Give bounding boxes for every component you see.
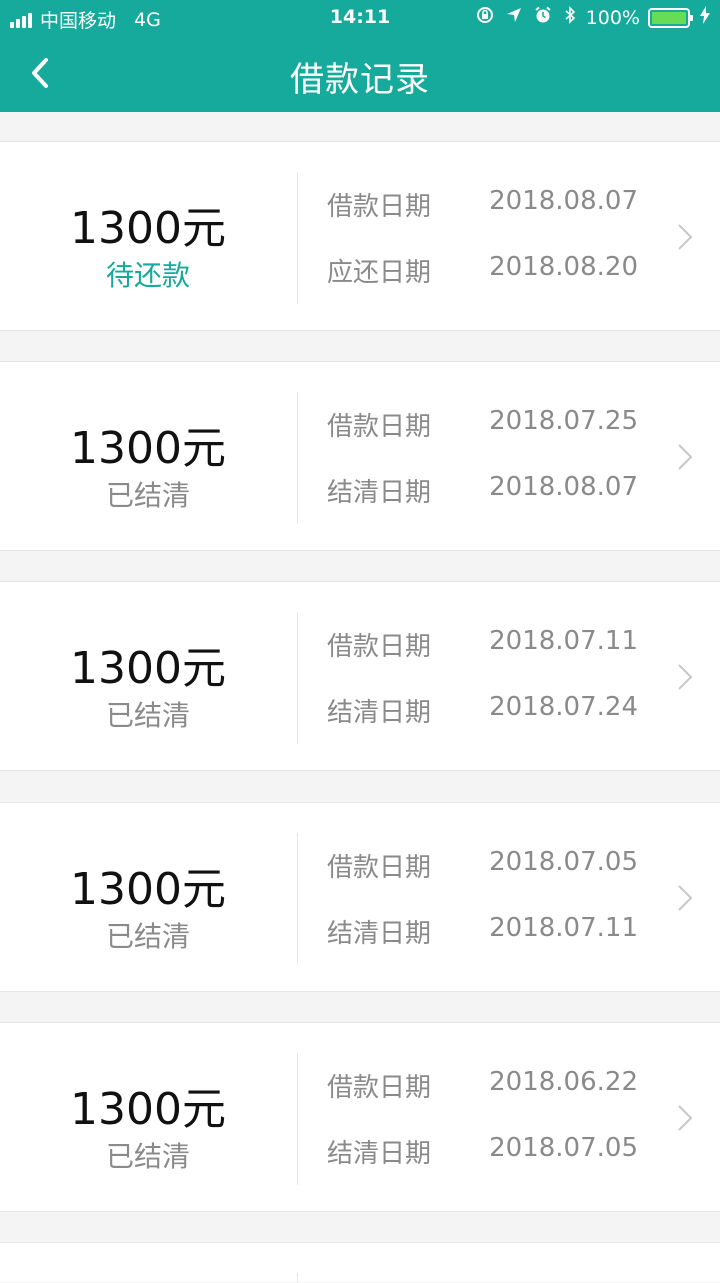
- alarm-icon: [534, 6, 552, 29]
- loan-amount: 1300元: [70, 203, 226, 254]
- nav-bar: 借款记录: [0, 36, 720, 112]
- loan-amount: 1300元: [70, 1084, 226, 1135]
- settle-date-label: 结清日期: [327, 698, 432, 728]
- loan-record-card[interactable]: 1300元 已结清 借款日期 2018.07.25 结清日期 2018.08.0…: [0, 361, 720, 551]
- orientation-lock-icon: [476, 6, 494, 29]
- status-bar: 中国移动 4G 14:11 100%: [0, 0, 720, 36]
- bluetooth-icon: [564, 6, 576, 29]
- card-divider: [297, 833, 298, 965]
- battery-icon: [648, 7, 693, 28]
- loan-date-label: 借款日期: [327, 1073, 432, 1103]
- loan-status: 待还款: [105, 259, 190, 292]
- loan-record-card[interactable]: 1300元 已结清 借款日期 2018.07.05 结清日期 2018.07.1…: [0, 802, 720, 992]
- loan-amount: 1300元: [70, 423, 226, 474]
- loan-amount: 1300元: [70, 643, 226, 694]
- loan-date-value: 2018.08.07: [489, 186, 638, 216]
- settle-date-label: 结清日期: [327, 919, 432, 949]
- chevron-right-icon: [678, 444, 693, 470]
- loan-status: 已结清: [105, 920, 190, 953]
- card-divider: [297, 392, 298, 524]
- card-divider: [297, 1273, 298, 1283]
- loan-record-card-partial[interactable]: [0, 1242, 720, 1283]
- loan-date-label: 借款日期: [327, 632, 432, 662]
- loan-status: 已结清: [105, 479, 190, 512]
- due-date-label: 应还日期: [327, 258, 432, 288]
- settle-date-value: 2018.07.24: [489, 692, 638, 722]
- app-header: 中国移动 4G 14:11 100% 借款记录: [0, 0, 720, 112]
- card-divider: [297, 1053, 298, 1185]
- settle-date-label: 结清日期: [327, 478, 432, 508]
- chevron-right-icon: [678, 1105, 693, 1131]
- card-divider: [297, 172, 298, 304]
- loan-date-label: 借款日期: [327, 412, 432, 442]
- loan-amount: 1300元: [70, 864, 226, 915]
- settle-date-value: 2018.08.07: [489, 472, 638, 502]
- page-title: 借款记录: [290, 60, 430, 100]
- loan-date-label: 借款日期: [327, 853, 432, 883]
- loan-record-card[interactable]: 1300元 已结清 借款日期 2018.07.11 结清日期 2018.07.2…: [0, 581, 720, 771]
- loan-date-label: 借款日期: [327, 192, 432, 222]
- loan-record-card[interactable]: 1300元 已结清 借款日期 2018.06.22 结清日期 2018.07.0…: [0, 1022, 720, 1212]
- settle-date-label: 结清日期: [327, 1139, 432, 1169]
- chevron-right-icon: [678, 885, 693, 911]
- loan-status: 已结清: [105, 699, 190, 732]
- loan-date-value: 2018.07.25: [489, 406, 638, 436]
- card-divider: [297, 612, 298, 744]
- settle-date-value: 2018.07.11: [489, 913, 638, 943]
- chevron-right-icon: [678, 664, 693, 690]
- due-date-value: 2018.08.20: [489, 252, 638, 282]
- charging-icon: [700, 6, 710, 29]
- battery-percent: 100%: [585, 6, 640, 29]
- chevron-right-icon: [678, 224, 693, 250]
- loan-date-value: 2018.07.11: [489, 626, 638, 656]
- loan-status: 已结清: [105, 1140, 190, 1173]
- loan-date-value: 2018.07.05: [489, 847, 638, 877]
- loan-date-value: 2018.06.22: [489, 1067, 638, 1097]
- loan-record-card[interactable]: 1300元 待还款 借款日期 2018.08.07 应还日期 2018.08.2…: [0, 141, 720, 331]
- location-arrow-icon: [506, 7, 522, 28]
- settle-date-value: 2018.07.05: [489, 1133, 638, 1163]
